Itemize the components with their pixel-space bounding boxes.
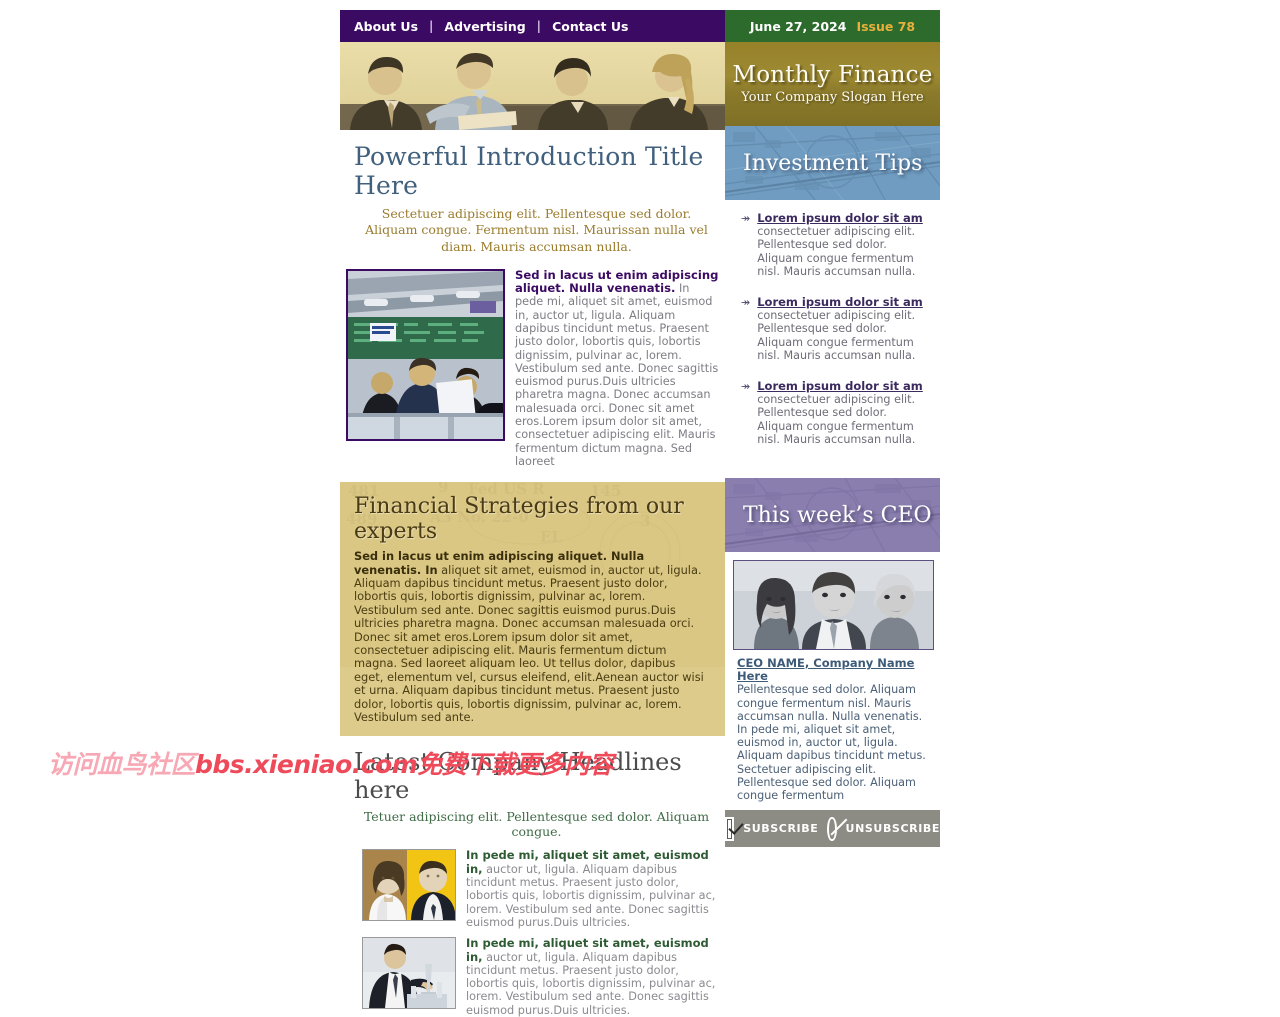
lead-article-body: In pede mi, aliquet sit amet, euismod in…: [515, 282, 719, 468]
ceo-photo: [733, 560, 934, 651]
tip-item-text: Lorem ipsum dolor sit am consectetuer ad…: [757, 211, 930, 278]
tip-item-link[interactable]: Lorem ipsum dolor sit am: [757, 295, 923, 309]
tip-item-body: consectetuer adipiscing elit. Pellentesq…: [757, 309, 916, 362]
nav-link-advertising[interactable]: Advertising: [444, 19, 525, 34]
double-arrow-icon: ↠: [741, 212, 750, 225]
ceo-body: Pellentesque sed dolor. Aliquam congue f…: [737, 683, 926, 803]
hero-photo: [340, 42, 725, 130]
masthead-title: Monthly Finance: [732, 62, 933, 89]
investment-tips-list: ↠ Lorem ipsum dolor sit am consectetuer …: [725, 200, 940, 478]
intro-subtitle: Sectetuer adipiscing elit. Pellentesque …: [365, 206, 708, 254]
tip-item-body: consectetuer adipiscing elit. Pellentesq…: [757, 225, 916, 278]
unsubscribe-label[interactable]: UNSUBSCRIBE: [846, 822, 940, 835]
watermark-text-right: 免费下载更多内容: [417, 750, 614, 779]
subscribe-bar: SUBSCRIBE UNSUBSCRIBE: [725, 810, 940, 848]
masthead: Monthly Finance Your Company Slogan Here: [725, 42, 940, 126]
tip-item-body: consectetuer adipiscing elit. Pellentesq…: [757, 393, 916, 446]
double-arrow-icon: ↠: [741, 296, 750, 310]
double-arrow-icon: ↠: [741, 380, 750, 394]
nav-link-about-us[interactable]: About Us: [354, 19, 418, 34]
investment-tips-title: Investment Tips: [743, 150, 923, 176]
content-columns: Powerful Introduction Title Here Sectetu…: [340, 42, 940, 1017]
ceo-text: CEO NAME, Company Name Here Pellentesque…: [725, 650, 940, 810]
tip-item[interactable]: ↠ Lorem ipsum dolor sit am consectetuer …: [735, 211, 930, 296]
headline-item-text: In pede mi, aliquet sit amet, euismod in…: [466, 937, 719, 1017]
executives-portrait-illustration: [734, 561, 933, 650]
lead-article-image: [346, 268, 505, 441]
trading-floor-illustration: [348, 270, 503, 439]
headlines-subtitle: Tetuer adipiscing elit. Pellentesque sed…: [363, 809, 710, 840]
headline-item-body: auctor ut, ligula. Aliquam dapibus tinci…: [466, 862, 716, 929]
headline-item-image: [362, 937, 456, 1010]
masthead-slogan: Your Company Slogan Here: [741, 89, 924, 105]
tip-item-text: Lorem ipsum dolor sit am consectetuer ad…: [757, 379, 930, 446]
tip-item[interactable]: ↠ Lorem ipsum dolor sit am consectetuer …: [735, 379, 930, 464]
nav-separator: |: [536, 19, 542, 33]
tip-item-text: Lorem ipsum dolor sit am consectetuer ad…: [757, 295, 930, 362]
strategies-text: Sed in lacus ut enim adipiscing aliquet.…: [340, 549, 725, 725]
issue-bar: June 27, 2024 Issue 78: [725, 10, 940, 42]
ceo-banner-title: This week’s CEO: [743, 502, 932, 528]
strategies-panel: 481 9 Fed US R 145 489 A3 No. 22-0 3 EL 3 7 Fin…: [340, 482, 725, 737]
hero-photo-illustration: [340, 42, 725, 130]
tip-item-link[interactable]: Lorem ipsum dolor sit am: [757, 379, 923, 393]
tip-item[interactable]: ↠ Lorem ipsum dolor sit am consectetuer …: [735, 295, 930, 380]
nav-separator: |: [429, 19, 434, 33]
watermark-text-left: 访问血鸟社区: [48, 750, 196, 779]
lead-article: Sed in lacus ut enim adipiscing aliquet.…: [340, 263, 725, 478]
headline-item-image: [362, 849, 456, 922]
intro-block: Powerful Introduction Title Here Sectetu…: [340, 130, 725, 263]
top-bar: About Us | Advertising | Contact Us June…: [340, 10, 940, 42]
newsletter-page: About Us | Advertising | Contact Us June…: [340, 10, 940, 1017]
strategies-title: Financial Strategies from our experts: [354, 494, 684, 545]
waiter-champagne-illustration: [363, 938, 455, 1009]
checkbox-icon[interactable]: [725, 816, 735, 841]
subscribe-label[interactable]: SUBSCRIBE: [743, 822, 818, 835]
headline-item-text: In pede mi, aliquet sit amet, euismod in…: [466, 849, 719, 929]
couple-portrait-illustration: [363, 850, 455, 921]
tip-item-link[interactable]: Lorem ipsum dolor sit am: [757, 211, 923, 225]
lead-article-text: Sed in lacus ut enim adipiscing aliquet.…: [515, 268, 719, 468]
strategies-body: aliquet sit amet, euismod in, auctor ut,…: [354, 562, 704, 725]
headline-item[interactable]: In pede mi, aliquet sit amet, euismod in…: [340, 841, 725, 929]
main-column: Powerful Introduction Title Here Sectetu…: [340, 42, 725, 1017]
primary-nav: About Us | Advertising | Contact Us: [340, 10, 725, 42]
ceo-link[interactable]: CEO NAME, Company Name Here: [737, 656, 914, 683]
headline-item[interactable]: In pede mi, aliquet sit amet, euismod in…: [340, 929, 725, 1017]
no-entry-icon[interactable]: [827, 816, 837, 841]
investment-tips-banner: Investment Tips: [725, 126, 940, 200]
watermark: 访问血鸟社区bbs.xieniao.com免费下载更多内容: [48, 745, 614, 781]
nav-link-contact-us[interactable]: Contact Us: [552, 19, 628, 34]
watermark-text-mid: bbs.xieniao.com: [195, 750, 418, 779]
sidebar-column: Monthly Finance Your Company Slogan Here: [725, 42, 940, 1017]
headline-item-body: auctor ut, ligula. Aliquam dapibus tinci…: [466, 950, 716, 1017]
issue-number: Issue 78: [856, 18, 916, 34]
ceo-banner: This week’s CEO: [725, 478, 940, 553]
issue-date: June 27, 2024: [749, 18, 847, 34]
page-title: Powerful Introduction Title Here: [354, 142, 704, 200]
